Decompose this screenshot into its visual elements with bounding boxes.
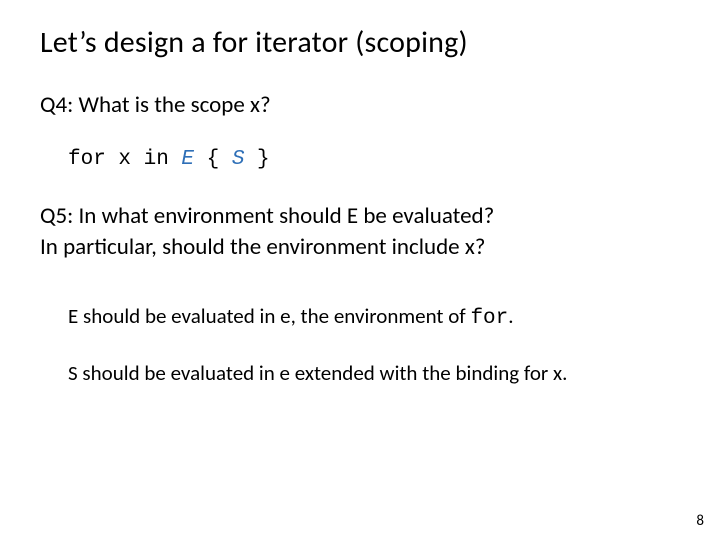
- code-text: for x in: [68, 148, 181, 171]
- question-5: Q5: In what environment should E be eval…: [40, 201, 680, 263]
- answer-1: E should be evaluated in e, the environm…: [40, 303, 680, 332]
- question-5-line2: In particular, should the environment in…: [40, 233, 485, 261]
- code-text: }: [244, 148, 269, 171]
- question-4: Q4: What is the scope x?: [40, 91, 680, 120]
- code-example: for x in E { S }: [40, 148, 680, 171]
- answer-1-text-a: E should be evaluated in e, the environm…: [68, 303, 470, 329]
- answer-1-for-keyword: for: [470, 307, 508, 330]
- code-text: {: [194, 148, 232, 171]
- question-5-line1: Q5: In what environment should E be eval…: [40, 202, 494, 230]
- code-expr-E: E: [181, 148, 194, 171]
- slide: Let’s design a for iterator (scoping) Q4…: [0, 0, 720, 540]
- slide-title: Let’s design a for iterator (scoping): [40, 24, 680, 61]
- code-stmt-S: S: [232, 148, 245, 171]
- answer-2: S should be evaluated in e extended with…: [40, 360, 680, 387]
- page-number: 8: [696, 512, 704, 530]
- answer-1-text-c: .: [508, 303, 513, 329]
